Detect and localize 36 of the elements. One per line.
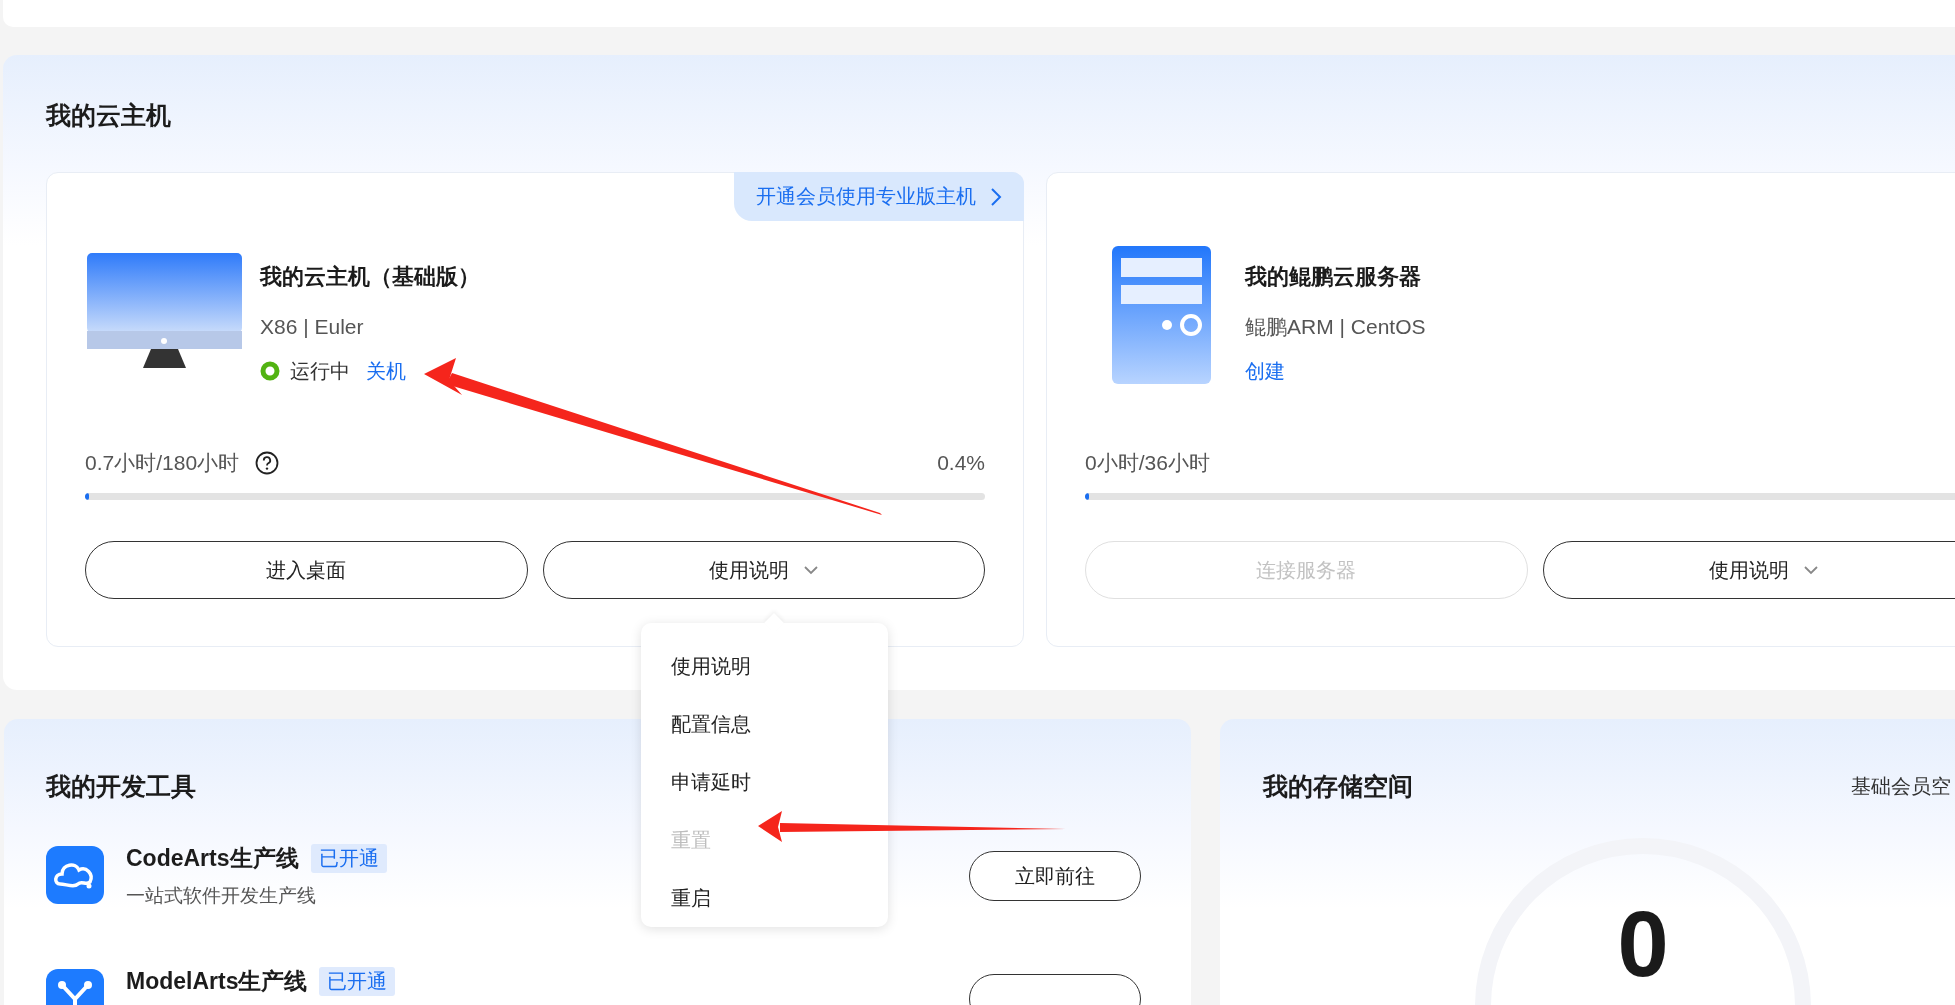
- status-badge: 已开通: [310, 843, 387, 873]
- go-button[interactable]: 立即前往: [969, 851, 1141, 901]
- status-badge: 已开通: [319, 966, 396, 996]
- cloud-icon: [46, 846, 104, 904]
- host-spec: X86 | Euler: [260, 314, 365, 340]
- tool-name: ModelArts生产线: [126, 967, 308, 996]
- menu-item[interactable]: 使用说明: [641, 637, 888, 695]
- menu-item[interactable]: 配置信息: [641, 695, 888, 753]
- section-title: 我的存储空间: [1263, 771, 1413, 802]
- status-text: 运行中: [290, 359, 350, 384]
- tool-name: CodeArts生产线: [126, 844, 299, 873]
- card-button[interactable]: 使用说明: [542, 541, 985, 599]
- menu-item[interactable]: 申请延时: [641, 753, 888, 811]
- section-title: 我的开发工具: [46, 771, 196, 802]
- monitor-icon: [87, 253, 242, 368]
- action-link[interactable]: 创建: [1245, 357, 1285, 385]
- section-title: 我的云主机: [46, 100, 171, 131]
- usage-text: 0.7小时/180小时: [85, 450, 240, 476]
- host-name: 我的云主机（基础版）: [260, 263, 480, 291]
- usage-percent: 0: [1617, 898, 1669, 990]
- host-spec: 鲲鹏ARM | CentOS: [1245, 314, 1426, 340]
- host-name: 我的鲲鹏云服务器: [1245, 263, 1422, 291]
- usage-percent: 0.4%: [937, 451, 985, 475]
- help-icon[interactable]: [255, 451, 280, 475]
- card-button[interactable]: 使用说明: [1542, 541, 1955, 599]
- card-button[interactable]: 进入桌面: [85, 541, 528, 599]
- chevron-right-icon: [990, 186, 1002, 207]
- server-icon: [1112, 246, 1211, 384]
- caret-icon: [1802, 565, 1819, 575]
- menu-item[interactable]: 重启: [641, 869, 888, 927]
- caret-icon: [802, 565, 819, 575]
- upgrade-link[interactable]: 开通会员使用专业版主机: [734, 172, 1024, 221]
- action-link[interactable]: 关机: [366, 357, 406, 385]
- usage-text: 0小时/36小时: [1085, 450, 1210, 476]
- tool-description: 一站式软件开发生产线: [126, 884, 317, 908]
- plan-label: 基础会员空: [1851, 773, 1951, 799]
